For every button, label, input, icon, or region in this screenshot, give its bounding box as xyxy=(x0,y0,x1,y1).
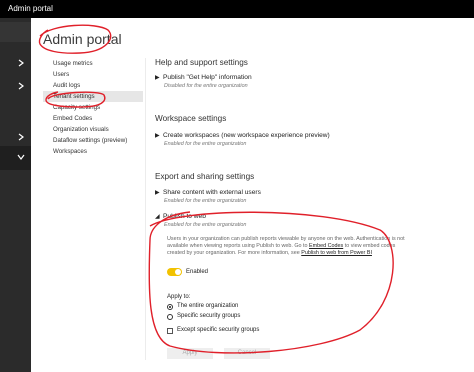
nav-divider xyxy=(145,58,146,360)
radio-label: The entire organization xyxy=(177,303,239,309)
chevron-right-icon[interactable] xyxy=(17,82,25,90)
setting-status: Disabled for the entire organization xyxy=(164,83,248,89)
setting-status: Enabled for the entire organization xyxy=(164,141,247,147)
setting-status: Enabled for the entire organization xyxy=(164,222,247,228)
nav-item-workspaces[interactable]: Workspaces xyxy=(43,146,143,157)
publish-to-web-help-link[interactable]: Publish to web from Power BI xyxy=(301,250,372,256)
left-rail xyxy=(0,18,31,372)
setting-status: Enabled for the entire organization xyxy=(164,198,247,204)
publish-to-web-toggle[interactable] xyxy=(167,268,182,276)
caret-right-icon: ▶ xyxy=(155,133,160,139)
setting-publish-to-web[interactable]: ◢ Publish to web xyxy=(155,213,206,220)
chevron-down-icon[interactable] xyxy=(17,153,25,161)
top-bar: Admin portal xyxy=(0,0,474,18)
chevron-right-icon[interactable] xyxy=(17,59,25,67)
caret-right-icon: ▶ xyxy=(155,190,160,196)
setting-label: Create workspaces (new workspace experie… xyxy=(163,132,330,139)
section-heading-export: Export and sharing settings xyxy=(155,172,255,181)
embed-codes-link[interactable]: Embed Codes xyxy=(309,243,343,249)
apply-to-label: Apply to: xyxy=(167,294,191,300)
nav-item-capacity-settings[interactable]: Capacity settings xyxy=(43,102,143,113)
radio-label: Specific security groups xyxy=(177,313,241,319)
caret-down-icon: ◢ xyxy=(155,214,160,220)
nav-item-tenant-settings[interactable]: Tenant settings xyxy=(43,91,143,102)
rail-active-band xyxy=(0,146,31,170)
rail-band xyxy=(0,22,31,42)
cancel-button[interactable]: Cancel xyxy=(224,348,270,359)
apply-button[interactable]: Apply xyxy=(167,348,213,359)
setting-share-external[interactable]: ▶ Share content with external users xyxy=(155,189,261,196)
nav-item-organization-visuals[interactable]: Organization visuals xyxy=(43,124,143,135)
toggle-knob xyxy=(175,269,181,275)
section-heading-help: Help and support settings xyxy=(155,58,248,67)
nav-item-audit-logs[interactable]: Audit logs xyxy=(43,80,143,91)
nav-item-embed-codes[interactable]: Embed Codes xyxy=(43,113,143,124)
radio-entire-organization[interactable] xyxy=(167,304,173,310)
publish-to-web-description: Users in your organization can publish r… xyxy=(167,236,407,257)
nav-item-users[interactable]: Users xyxy=(43,69,143,80)
toggle-label: Enabled xyxy=(186,269,209,275)
app-title: Admin portal xyxy=(8,4,53,13)
setting-label: Share content with external users xyxy=(163,189,261,196)
except-groups-checkbox[interactable] xyxy=(167,328,173,334)
settings-nav: Usage metrics Users Audit logs Tenant se… xyxy=(43,58,143,157)
radio-specific-groups[interactable] xyxy=(167,314,173,320)
nav-item-usage-metrics[interactable]: Usage metrics xyxy=(43,58,143,69)
setting-create-workspaces[interactable]: ▶ Create workspaces (new workspace experi… xyxy=(155,132,330,139)
setting-publish-get-help[interactable]: ▶ Publish "Get Help" information xyxy=(155,74,252,81)
setting-label: Publish "Get Help" information xyxy=(163,74,252,81)
checkbox-label: Except specific security groups xyxy=(177,327,260,333)
caret-right-icon: ▶ xyxy=(155,75,160,81)
setting-label: Publish to web xyxy=(163,213,206,220)
nav-item-dataflow-settings[interactable]: Dataflow settings (preview) xyxy=(43,135,143,146)
section-heading-workspace: Workspace settings xyxy=(155,114,227,123)
chevron-right-icon[interactable] xyxy=(17,133,25,141)
page-title: Admin portal xyxy=(43,31,122,47)
